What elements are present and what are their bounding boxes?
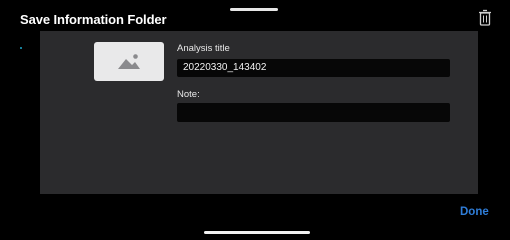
dialog-title: Save Information Folder [20,12,167,27]
trash-icon[interactable] [478,9,492,27]
note-input[interactable] [177,103,450,122]
edge-indicator-dot [20,47,22,49]
done-button[interactable]: Done [460,206,489,218]
analysis-title-label: Analysis title [177,43,230,54]
save-information-folder-screen: Save Information Folder Analysis title N… [0,0,510,240]
trash-icon-graphic [479,9,491,26]
analysis-title-input[interactable] [177,59,450,77]
note-label: Note: [177,89,200,100]
thumbnail-placeholder[interactable] [94,42,164,81]
home-indicator[interactable] [204,231,310,234]
sheet-grabber[interactable] [230,8,278,11]
image-placeholder-icon [118,54,140,69]
